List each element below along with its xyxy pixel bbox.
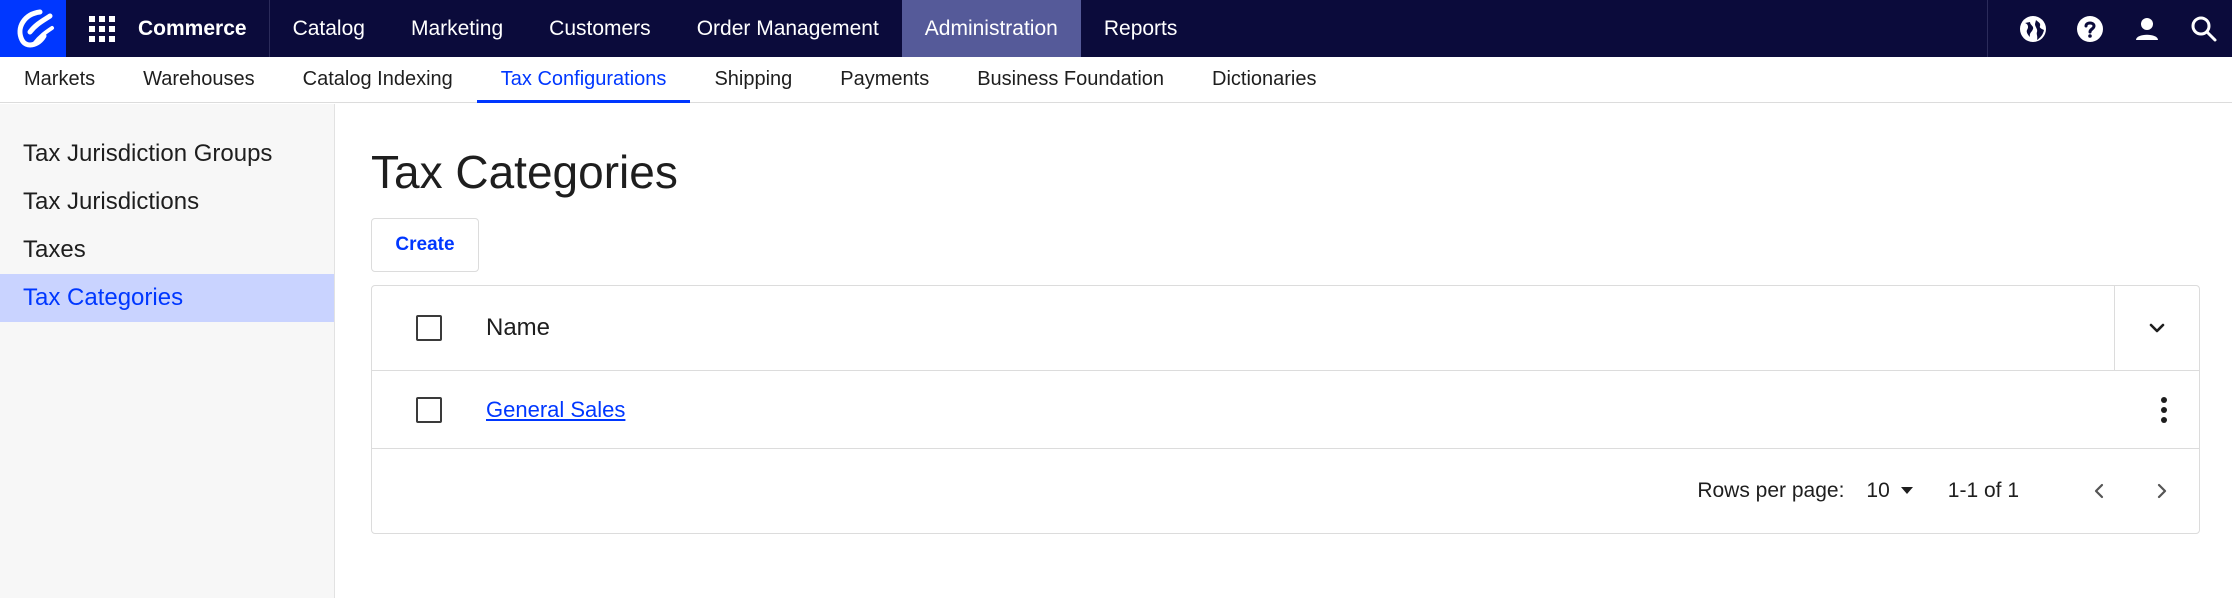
search-icon[interactable] [2175,0,2232,57]
help-icon[interactable] [2061,0,2118,57]
chevron-down-icon [2149,323,2165,333]
select-all-checkbox[interactable] [416,315,442,341]
product-name: Commerce [138,0,270,57]
sidebar-item-tax-jurisdiction-groups[interactable]: Tax Jurisdiction Groups [0,130,334,178]
tab-warehouses[interactable]: Warehouses [119,56,279,102]
tab-business-foundation[interactable]: Business Foundation [953,56,1188,102]
caret-down-icon [1900,487,1913,494]
topnav-catalog[interactable]: Catalog [270,0,388,57]
topnav-marketing[interactable]: Marketing [388,0,526,57]
create-button[interactable]: Create [371,218,479,272]
next-page-button[interactable] [2141,471,2181,511]
tab-payments[interactable]: Payments [816,56,953,102]
chevron-right-icon [2157,483,2167,499]
app-launcher-icon[interactable] [66,0,138,57]
tab-dictionaries[interactable]: Dictionaries [1188,56,1340,102]
sub-navigation-tabs: Markets Warehouses Catalog Indexing Tax … [0,57,2232,103]
topnav-order-management[interactable]: Order Management [674,0,902,57]
previous-page-button[interactable] [2080,471,2120,511]
topnav-administration[interactable]: Administration [901,0,1081,57]
tab-tax-configurations[interactable]: Tax Configurations [476,56,691,103]
row-actions-button[interactable] [2159,371,2169,449]
more-vertical-icon [2161,397,2167,423]
sidebar: Tax Jurisdiction Groups Tax Jurisdiction… [0,104,335,598]
main-content: Tax Categories Create Name General Sales [371,104,2200,534]
brand-logo-icon[interactable] [0,0,66,57]
table-pagination: Rows per page: 10 1-1 of 1 [372,449,2199,533]
row-name-link[interactable]: General Sales [486,397,625,423]
column-options-button[interactable] [2114,286,2199,370]
sidebar-item-tax-categories[interactable]: Tax Categories [0,274,334,322]
page-title: Tax Categories [371,146,678,198]
globe-icon[interactable] [2004,0,2061,57]
sidebar-item-taxes[interactable]: Taxes [0,226,334,274]
topnav-reports[interactable]: Reports [1081,0,1201,57]
tab-markets[interactable]: Markets [0,56,119,102]
chevron-left-icon [2094,483,2104,499]
tax-categories-table: Name General Sales Rows per page: 10 1-1… [371,285,2200,534]
top-navigation-bar: Commerce Catalog Marketing Customers Ord… [0,0,2232,57]
rows-per-page-select[interactable]: 10 [1866,479,1913,503]
rows-per-page-label: Rows per page: [1697,479,1845,502]
tab-shipping[interactable]: Shipping [690,56,816,102]
user-icon[interactable] [2118,0,2175,57]
pagination-range: 1-1 of 1 [1947,479,2019,502]
row-checkbox[interactable] [416,396,442,423]
tab-catalog-indexing[interactable]: Catalog Indexing [279,56,477,102]
column-header-name[interactable]: Name [486,314,550,342]
rows-per-page-value: 10 [1866,479,1890,502]
table-header: Name [372,286,2199,371]
sidebar-item-tax-jurisdictions[interactable]: Tax Jurisdictions [0,178,334,226]
topnav-customers[interactable]: Customers [526,0,674,57]
table-row: General Sales [372,371,2199,449]
